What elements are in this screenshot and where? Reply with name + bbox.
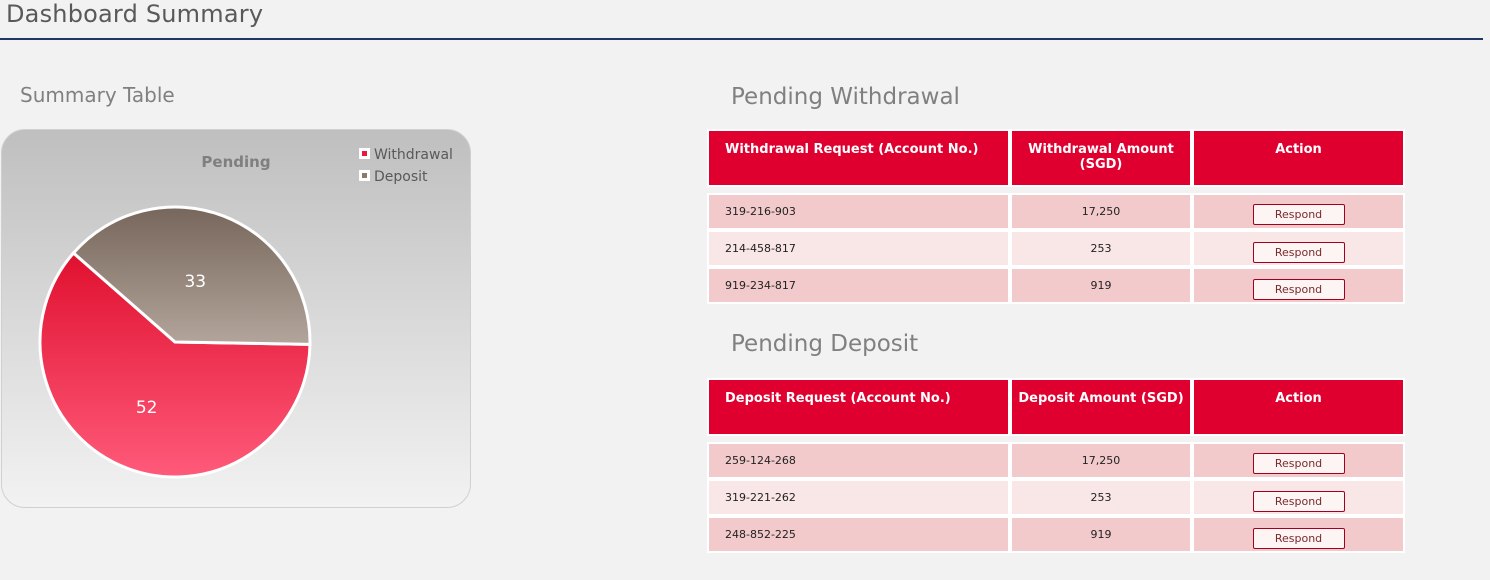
account-cell: 214-458-817 [707,230,1010,267]
table-row: 248-852-225 919 Respond [707,516,1405,553]
deposit-table: Deposit Request (Account No.) Deposit Am… [707,378,1405,553]
column-header-amount: Withdrawal Amount (SGD) [1010,129,1192,187]
account-cell: 319-221-262 [707,479,1010,516]
action-cell: Respond [1192,442,1405,479]
column-header-amount: Deposit Amount (SGD) [1010,378,1192,436]
account-cell: 248-852-225 [707,516,1010,553]
page-title: Dashboard Summary [6,0,264,28]
respond-button[interactable]: Respond [1252,204,1345,225]
withdrawal-table: Withdrawal Request (Account No.) Withdra… [707,129,1405,304]
amount-cell: 919 [1010,516,1192,553]
amount-cell: 17,250 [1010,193,1192,230]
data-label-deposit: 33 [184,272,206,292]
column-header-account: Withdrawal Request (Account No.) [707,129,1010,187]
column-header-action: Action [1192,378,1405,436]
legend-swatch-fill [362,173,367,178]
legend-label-deposit: Deposit [374,169,428,185]
respond-button[interactable]: Respond [1252,242,1345,263]
table-row: 259-124-268 17,250 Respond [707,442,1405,479]
legend-label-withdrawal: Withdrawal [374,147,453,163]
data-label-withdrawal: 52 [136,398,158,418]
action-cell: Respond [1192,267,1405,304]
pending-withdrawal-title: Pending Withdrawal [731,84,960,110]
respond-button[interactable]: Respond [1252,453,1345,474]
action-cell: Respond [1192,230,1405,267]
title-divider [0,38,1483,40]
pending-pie-chart: Pending 52 33 Withdrawal Deposit [1,129,471,508]
amount-cell: 253 [1010,479,1192,516]
table-row: 319-221-262 253 Respond [707,479,1405,516]
amount-cell: 17,250 [1010,442,1192,479]
table-row: 214-458-817 253 Respond [707,230,1405,267]
amount-cell: 253 [1010,230,1192,267]
amount-cell: 919 [1010,267,1192,304]
respond-button[interactable]: Respond [1252,279,1345,300]
respond-button[interactable]: Respond [1252,491,1345,512]
table-row: 319-216-903 17,250 Respond [707,193,1405,230]
summary-table-title: Summary Table [20,83,175,107]
pie-chart-svg: Pending 52 33 Withdrawal Deposit [38,147,453,479]
chart-title: Pending [201,153,270,171]
action-cell: Respond [1192,479,1405,516]
column-header-action: Action [1192,129,1405,187]
column-header-account: Deposit Request (Account No.) [707,378,1010,436]
respond-button[interactable]: Respond [1252,528,1345,549]
account-cell: 919-234-817 [707,267,1010,304]
action-cell: Respond [1192,193,1405,230]
pending-deposit-title: Pending Deposit [731,331,919,357]
account-cell: 319-216-903 [707,193,1010,230]
account-cell: 259-124-268 [707,442,1010,479]
table-row: 919-234-817 919 Respond [707,267,1405,304]
action-cell: Respond [1192,516,1405,553]
legend-swatch-fill [362,151,367,156]
